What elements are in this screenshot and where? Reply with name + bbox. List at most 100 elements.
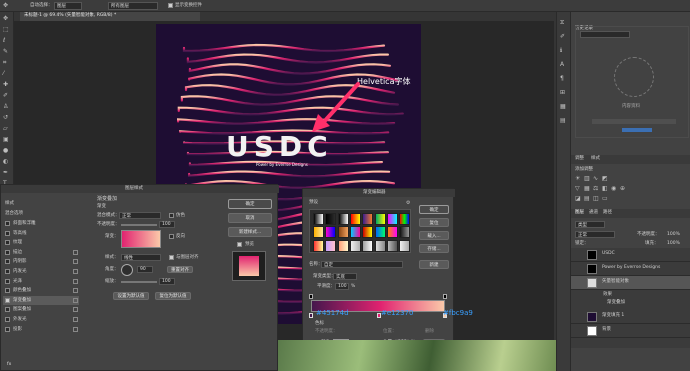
color-stop-1[interactable] <box>309 313 313 318</box>
character-icon[interactable]: A <box>560 62 564 68</box>
history-icon[interactable]: ⧖ <box>560 20 564 26</box>
style-list-item[interactable]: 纹理 <box>3 238 79 247</box>
preset-swatch[interactable] <box>337 239 349 252</box>
marquee-icon[interactable]: ⬚ <box>3 27 9 33</box>
layers-tab[interactable]: 图层 <box>575 210 584 216</box>
eraser-icon[interactable]: ▱ <box>3 126 8 132</box>
add-effect-icon[interactable] <box>73 249 78 255</box>
gradient-swatch[interactable] <box>121 230 161 248</box>
style-list-item[interactable]: 光泽 <box>3 277 79 286</box>
preset-swatch[interactable] <box>313 213 324 225</box>
pen-icon[interactable]: ✒ <box>3 170 8 176</box>
preset-swatch[interactable] <box>386 226 398 239</box>
layer-row-selected[interactable]: 矢量智能对象 <box>571 276 690 290</box>
style-list-item[interactable]: 投影 <box>3 325 79 334</box>
style-checkbox[interactable] <box>5 221 10 226</box>
scale-input[interactable]: 100 <box>159 278 175 285</box>
new-style-button[interactable]: 新建样式... <box>228 227 272 237</box>
brightness-icon[interactable]: ☀ <box>575 176 580 182</box>
libraries-icon[interactable]: ▤ <box>560 118 566 124</box>
layer-row[interactable]: USDC <box>571 248 690 262</box>
ge-ok-button[interactable]: 确定 <box>419 205 449 214</box>
style-checkbox[interactable] <box>5 317 10 322</box>
library-link[interactable] <box>622 128 652 132</box>
stop-delete-label[interactable]: 删除 <box>425 329 434 335</box>
paths-tab[interactable]: 路径 <box>603 210 612 216</box>
ge-save-button[interactable]: 存储... <box>419 244 449 253</box>
levels-icon[interactable]: ▥ <box>584 176 590 182</box>
eyedropper-icon[interactable]: ⁄ <box>3 71 4 77</box>
preset-swatch[interactable] <box>325 213 337 225</box>
paragraph-icon[interactable]: ¶ <box>560 76 564 82</box>
style-list-item[interactable]: 外发光 <box>3 315 79 324</box>
opacity-stop-right[interactable] <box>443 294 447 299</box>
preset-swatch[interactable] <box>399 226 411 239</box>
photo-filter-icon[interactable]: ◉ <box>611 186 616 192</box>
healing-icon[interactable]: ✚ <box>3 82 8 88</box>
style-checkbox[interactable] <box>5 307 10 313</box>
scale-slider[interactable] <box>121 281 157 283</box>
library-dropdown[interactable] <box>580 31 630 38</box>
blend-mode-dropdown[interactable]: 正常 <box>119 212 161 219</box>
layer-opacity-value[interactable]: 100% <box>667 232 680 238</box>
add-effect-icon[interactable] <box>73 278 78 284</box>
blend-mode-select[interactable]: 正常 <box>575 231 615 238</box>
new-gradient-button[interactable]: 新建 <box>419 260 449 269</box>
lasso-icon[interactable]: ℓ <box>3 38 5 44</box>
add-effect-icon[interactable] <box>73 288 78 294</box>
ge-reset-button[interactable]: 复位 <box>419 218 449 227</box>
reverse-checkbox[interactable] <box>169 234 174 239</box>
preset-swatch[interactable] <box>349 226 361 239</box>
styles-tab[interactable]: 样式 <box>591 156 600 162</box>
style-list-item[interactable]: 渐变叠加 <box>3 295 79 305</box>
move-tool-icon[interactable]: ✥ <box>3 3 8 9</box>
bw-icon[interactable]: ◧ <box>602 186 608 192</box>
preset-swatch[interactable] <box>362 213 374 225</box>
balance-icon[interactable]: ⚖ <box>593 186 598 192</box>
auto-select-dropdown[interactable]: 图层 <box>54 2 82 10</box>
cancel-button[interactable]: 取消 <box>228 213 272 223</box>
preset-swatch[interactable] <box>399 239 411 252</box>
adjust-tab[interactable]: 调整 <box>575 156 584 162</box>
add-effect-icon[interactable] <box>73 297 78 303</box>
blur-icon[interactable]: ● <box>3 148 8 154</box>
blend-options-item[interactable]: 混合选项 <box>5 211 23 217</box>
add-effect-icon[interactable] <box>73 326 78 332</box>
dither-checkbox[interactable] <box>169 213 174 218</box>
reset-align-button[interactable]: 重置对齐 <box>167 266 193 273</box>
preset-swatch[interactable] <box>362 239 374 252</box>
preset-swatch[interactable] <box>337 213 349 225</box>
hue-icon[interactable]: ▦ <box>584 186 590 192</box>
preset-swatch[interactable] <box>349 213 361 225</box>
style-list-item[interactable]: 图案叠加 <box>3 305 79 314</box>
opacity-stop-left[interactable] <box>309 294 313 299</box>
preset-swatch[interactable] <box>399 213 411 225</box>
quick-select-icon[interactable]: ✎ <box>3 49 8 55</box>
exposure-icon[interactable]: ◩ <box>602 176 608 182</box>
move-icon[interactable]: ✥ <box>3 16 8 22</box>
preset-swatch[interactable] <box>313 226 324 239</box>
add-effect-icon[interactable] <box>73 269 78 274</box>
add-effect-icon[interactable] <box>73 259 78 265</box>
mixer-icon[interactable]: ⊕ <box>620 186 625 192</box>
curves-icon[interactable]: ∿ <box>593 176 598 182</box>
opacity-slider[interactable] <box>121 224 157 226</box>
style-checkbox[interactable] <box>5 326 10 332</box>
style-checkbox[interactable] <box>5 288 10 294</box>
smoothness-input[interactable]: 100 <box>335 283 349 290</box>
style-list-item[interactable]: 颜色叠加 <box>3 286 79 295</box>
style-checkbox[interactable] <box>5 269 10 274</box>
gradient-icon[interactable]: ▣ <box>3 137 9 143</box>
invert-icon[interactable]: ◪ <box>575 196 581 202</box>
presets-gear-icon[interactable]: ⚙ <box>406 201 410 206</box>
add-effect-icon[interactable] <box>73 317 78 322</box>
reset-default-button[interactable]: 复位为默认值 <box>155 292 191 300</box>
style-list-item[interactable]: 内发光 <box>3 267 79 276</box>
history-tab[interactable]: 历史记录 <box>575 14 593 31</box>
fx-label[interactable]: fx <box>7 362 11 368</box>
vibrance-icon[interactable]: ▽ <box>575 186 580 192</box>
transform-dropdown[interactable]: 所有图层 <box>108 2 158 10</box>
history-brush-icon[interactable]: ↺ <box>3 115 8 121</box>
preset-swatch[interactable] <box>325 226 337 239</box>
align-checkbox[interactable] <box>169 255 174 260</box>
